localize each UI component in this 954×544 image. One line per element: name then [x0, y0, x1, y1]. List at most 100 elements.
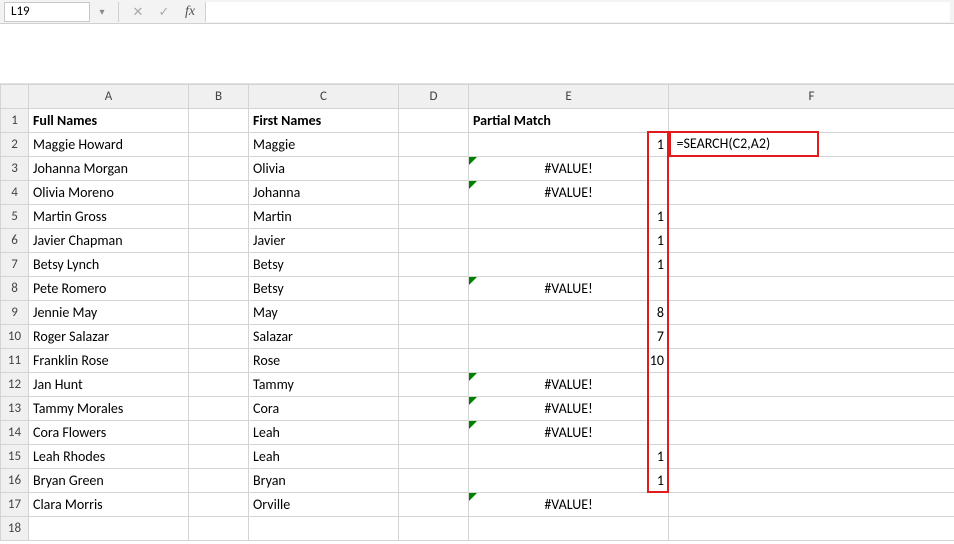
cell[interactable] — [669, 373, 954, 397]
cell[interactable] — [399, 133, 469, 157]
cell[interactable]: #VALUE! — [469, 181, 669, 205]
cell[interactable]: #VALUE! — [469, 421, 669, 445]
row-header[interactable]: 18 — [1, 517, 29, 541]
col-header-B[interactable]: B — [189, 85, 249, 109]
worksheet-grid[interactable]: A B C D E F 1Full NamesFirst NamesPartia… — [0, 84, 954, 541]
cell[interactable]: Clara Morris — [29, 493, 189, 517]
cell[interactable]: Leah — [249, 445, 399, 469]
cell[interactable] — [399, 301, 469, 325]
cell[interactable]: 1 — [469, 469, 669, 493]
cell[interactable] — [189, 469, 249, 493]
cell[interactable]: #VALUE! — [469, 157, 669, 181]
select-all-corner[interactable] — [1, 85, 29, 109]
cell[interactable]: First Names — [249, 109, 399, 133]
cell[interactable]: Full Names — [29, 109, 189, 133]
cell[interactable]: #VALUE! — [469, 277, 669, 301]
cell[interactable] — [189, 373, 249, 397]
row-header[interactable]: 16 — [1, 469, 29, 493]
cell[interactable] — [189, 349, 249, 373]
cell[interactable]: Jennie May — [29, 301, 189, 325]
cell[interactable]: Partial Match — [469, 109, 669, 133]
row-header[interactable]: 8 — [1, 277, 29, 301]
cell[interactable]: 10 — [469, 349, 669, 373]
cell[interactable]: Javier Chapman — [29, 229, 189, 253]
col-header-E[interactable]: E — [469, 85, 669, 109]
cell[interactable]: 1 — [469, 445, 669, 469]
cell[interactable] — [189, 517, 249, 541]
cell[interactable] — [189, 277, 249, 301]
cell[interactable] — [189, 445, 249, 469]
cell[interactable] — [189, 133, 249, 157]
cell[interactable] — [399, 277, 469, 301]
cell[interactable] — [189, 205, 249, 229]
cell[interactable]: Johanna — [249, 181, 399, 205]
col-header-C[interactable]: C — [249, 85, 399, 109]
cell[interactable] — [669, 493, 954, 517]
cell[interactable] — [399, 373, 469, 397]
cell[interactable] — [399, 229, 469, 253]
cell[interactable] — [669, 349, 954, 373]
cell[interactable]: Betsy — [249, 277, 399, 301]
cell[interactable] — [189, 109, 249, 133]
cell[interactable]: Javier — [249, 229, 399, 253]
row-header[interactable]: 9 — [1, 301, 29, 325]
cell[interactable]: May — [249, 301, 399, 325]
cell[interactable] — [189, 397, 249, 421]
cell[interactable]: Rose — [249, 349, 399, 373]
cell[interactable] — [669, 253, 954, 277]
cell[interactable]: Jan Hunt — [29, 373, 189, 397]
cell[interactable] — [669, 301, 954, 325]
cell[interactable] — [189, 229, 249, 253]
cell[interactable] — [669, 181, 954, 205]
row-header[interactable]: 12 — [1, 373, 29, 397]
cell[interactable]: Orville — [249, 493, 399, 517]
cell[interactable]: Franklin Rose — [29, 349, 189, 373]
cell[interactable]: Tammy Morales — [29, 397, 189, 421]
cell[interactable]: #VALUE! — [469, 397, 669, 421]
cell[interactable] — [399, 205, 469, 229]
cell[interactable]: Maggie Howard — [29, 133, 189, 157]
cell[interactable] — [399, 253, 469, 277]
row-header[interactable]: 6 — [1, 229, 29, 253]
cell[interactable] — [399, 517, 469, 541]
row-header[interactable]: 1 — [1, 109, 29, 133]
col-header-A[interactable]: A — [29, 85, 189, 109]
col-header-D[interactable]: D — [399, 85, 469, 109]
cell[interactable]: Cora Flowers — [29, 421, 189, 445]
cell[interactable] — [669, 157, 954, 181]
row-header[interactable]: 10 — [1, 325, 29, 349]
cell[interactable]: Roger Salazar — [29, 325, 189, 349]
row-header[interactable]: 13 — [1, 397, 29, 421]
cell[interactable] — [399, 493, 469, 517]
cell[interactable]: Olivia Moreno — [29, 181, 189, 205]
cell[interactable]: 1 — [469, 253, 669, 277]
cell[interactable] — [669, 517, 954, 541]
row-header[interactable]: 11 — [1, 349, 29, 373]
cell[interactable] — [669, 133, 954, 157]
cell[interactable] — [399, 157, 469, 181]
cell[interactable] — [399, 445, 469, 469]
cell[interactable] — [669, 445, 954, 469]
cell[interactable]: Tammy — [249, 373, 399, 397]
cell[interactable]: 1 — [469, 133, 669, 157]
cell[interactable] — [669, 421, 954, 445]
cell[interactable]: Pete Romero — [29, 277, 189, 301]
insert-function-button[interactable]: fx — [179, 2, 201, 22]
cell[interactable]: 1 — [469, 229, 669, 253]
cell[interactable] — [189, 181, 249, 205]
cell[interactable] — [189, 421, 249, 445]
cell[interactable] — [189, 493, 249, 517]
cell[interactable]: Leah Rhodes — [29, 445, 189, 469]
cell[interactable] — [249, 517, 399, 541]
cell[interactable] — [189, 301, 249, 325]
cell[interactable] — [669, 325, 954, 349]
cell[interactable] — [669, 277, 954, 301]
row-header[interactable]: 7 — [1, 253, 29, 277]
cell[interactable]: Johanna Morgan — [29, 157, 189, 181]
cell[interactable] — [29, 517, 189, 541]
cell[interactable]: 8 — [469, 301, 669, 325]
cell[interactable]: Bryan Green — [29, 469, 189, 493]
row-header[interactable]: 3 — [1, 157, 29, 181]
row-header[interactable]: 14 — [1, 421, 29, 445]
row-header[interactable]: 4 — [1, 181, 29, 205]
